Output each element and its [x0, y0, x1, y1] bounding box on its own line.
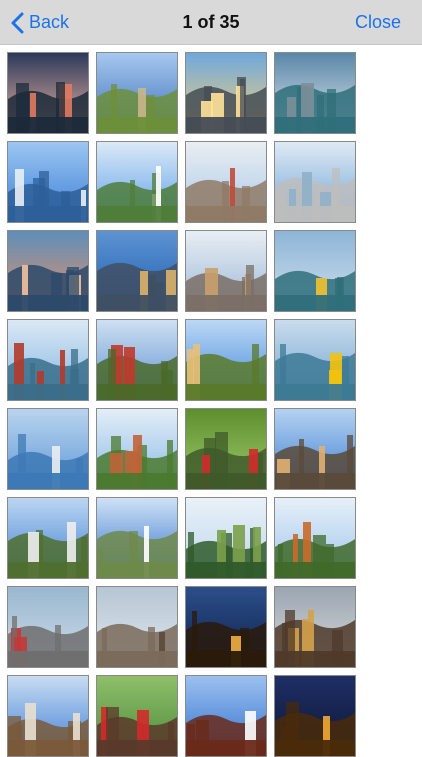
photo-thumbnail-harbor-towers[interactable] [274, 52, 356, 134]
photo-thumbnail-lighthouse[interactable] [7, 497, 89, 579]
thumbnail-image [97, 320, 177, 400]
thumbnail-image [8, 676, 88, 756]
photo-thumbnail-tall-tower[interactable] [185, 230, 267, 312]
thumbnail-image [8, 320, 88, 400]
photo-thumbnail-ornate-tower[interactable] [7, 675, 89, 757]
thumbnail-image [97, 587, 177, 667]
photo-thumbnail-pagoda-garden[interactable] [185, 319, 267, 401]
photo-thumbnail-funicular[interactable] [185, 408, 267, 490]
thumbnail-image [186, 676, 266, 756]
photo-thumbnail-twin-towers-night[interactable] [185, 586, 267, 668]
thumbnail-image [97, 231, 177, 311]
thumbnail-image [275, 409, 355, 489]
thumbnail-image [275, 53, 355, 133]
thumbnail-image [275, 320, 355, 400]
thumbnail-image [8, 53, 88, 133]
back-button[interactable]: Back [10, 0, 69, 45]
thumbnail-image [275, 231, 355, 311]
thumbnail-image [97, 498, 177, 578]
back-button-label: Back [29, 12, 70, 32]
photo-thumbnail-mosque[interactable] [96, 586, 178, 668]
thumbnail-image [8, 498, 88, 578]
photo-thumbnail-hill-tower[interactable] [96, 141, 178, 223]
thumbnail-image [186, 53, 266, 133]
photo-thumbnail-sunset-city[interactable] [185, 52, 267, 134]
thumbnail-image [186, 231, 266, 311]
thumbnail-image [186, 409, 266, 489]
photo-thumbnail-coastal-town[interactable] [7, 586, 89, 668]
photo-thumbnail-forest-hill[interactable] [185, 497, 267, 579]
thumbnail-image [275, 142, 355, 222]
thumbnail-image [186, 498, 266, 578]
thumbnail-image [97, 409, 177, 489]
photo-thumbnail-yellow-ferry[interactable] [274, 319, 356, 401]
photo-thumbnail-white-church[interactable] [96, 497, 178, 579]
photo-thumbnail-temple-terraces[interactable] [274, 497, 356, 579]
thumbnail-image [186, 142, 266, 222]
thumbnail-image [8, 409, 88, 489]
photo-thumbnail-cable-bridge[interactable] [7, 141, 89, 223]
thumbnail-image [97, 676, 177, 756]
thumbnail-image [275, 587, 355, 667]
photo-thumbnail-white-pagoda[interactable] [185, 675, 267, 757]
chevron-left-icon [11, 12, 24, 33]
photo-thumbnail-golden-palace[interactable] [274, 675, 356, 757]
thumbnail-image [186, 587, 266, 667]
photo-thumbnail-night-coast[interactable] [7, 52, 89, 134]
photo-thumbnail-village-hills[interactable] [96, 408, 178, 490]
photo-thumbnail-pier-village[interactable] [7, 319, 89, 401]
photo-thumbnail-temple-red[interactable] [96, 319, 178, 401]
close-button[interactable]: Close [355, 0, 401, 45]
photo-thumbnail-skyscrapers[interactable] [274, 141, 356, 223]
thumbnail-image [97, 142, 177, 222]
thumbnail-grid [7, 52, 359, 757]
thumbnail-image [8, 587, 88, 667]
thumbnail-image [275, 498, 355, 578]
photo-thumbnail-long-bridge[interactable] [7, 408, 89, 490]
photo-thumbnail-beach-resort[interactable] [96, 52, 178, 134]
photo-thumbnail-city-aerial[interactable] [185, 141, 267, 223]
photo-thumbnail-waterfront[interactable] [274, 230, 356, 312]
navigation-bar: Back 1 of 35 Close [0, 0, 422, 45]
thumbnail-image [186, 320, 266, 400]
thumbnail-image [8, 231, 88, 311]
thumbnail-image [8, 142, 88, 222]
photo-thumbnail-hotel-tower[interactable] [96, 230, 178, 312]
photo-thumbnail-pagoda-dusk[interactable] [274, 586, 356, 668]
thumbnail-image [275, 676, 355, 756]
thumbnail-image [97, 53, 177, 133]
photo-thumbnail-dusk-bridge[interactable] [7, 230, 89, 312]
photo-thumbnail-chinese-temple[interactable] [96, 675, 178, 757]
photo-thumbnail-pagoda-sky[interactable] [274, 408, 356, 490]
